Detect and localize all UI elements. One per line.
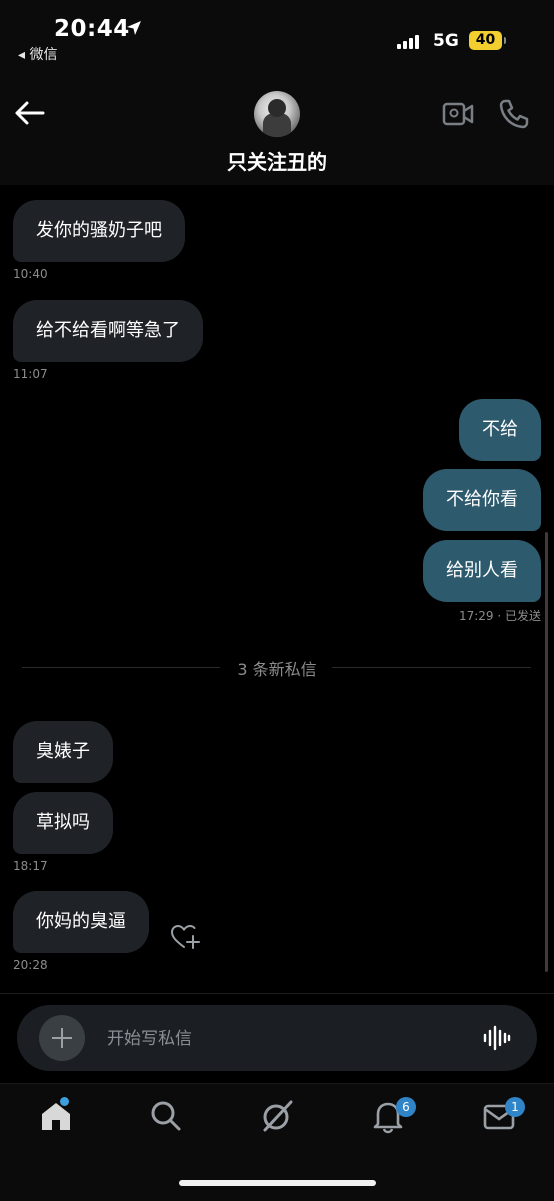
message-input[interactable] bbox=[105, 1019, 459, 1059]
sent-status: 17:29 · 已发送 bbox=[458, 609, 541, 623]
video-call-icon[interactable] bbox=[442, 100, 474, 128]
new-messages-divider: 3 条新私信 bbox=[237, 660, 317, 679]
incoming-message[interactable]: 发你的骚奶子吧 bbox=[13, 200, 185, 262]
message-timestamp: 11:07 bbox=[13, 367, 48, 381]
home-icon[interactable] bbox=[38, 1098, 74, 1134]
message-composer bbox=[17, 1005, 537, 1071]
scrollbar[interactable] bbox=[545, 532, 548, 972]
divider-line-right bbox=[332, 667, 531, 668]
incoming-message[interactable]: 你妈的臭逼 bbox=[13, 891, 149, 953]
search-icon[interactable] bbox=[148, 1098, 184, 1134]
notifications-badge: 6 bbox=[396, 1097, 416, 1117]
message-timestamp: 10:40 bbox=[13, 267, 48, 281]
add-reaction-heart-icon[interactable] bbox=[170, 923, 200, 951]
battery-icon: 40 bbox=[469, 31, 502, 50]
message-timestamp: 18:17 bbox=[13, 859, 48, 873]
messages-badge: 1 bbox=[505, 1097, 525, 1117]
location-arrow-icon bbox=[127, 21, 141, 35]
home-unread-dot bbox=[60, 1097, 69, 1106]
network-type: 5G bbox=[433, 31, 459, 51]
add-attachment-button[interactable] bbox=[39, 1015, 85, 1061]
arrow-left-icon[interactable] bbox=[14, 100, 46, 126]
message-timestamp: 20:28 bbox=[13, 958, 48, 972]
chat-header: 只关注丑的 bbox=[0, 70, 554, 185]
composer-separator bbox=[0, 993, 554, 994]
phone-icon[interactable] bbox=[498, 98, 530, 130]
back-to-app-link[interactable]: ◂ 微信 bbox=[18, 44, 57, 64]
voice-message-icon[interactable] bbox=[483, 1025, 511, 1051]
status-bar: 20:44 ◂ 微信 5G 40 bbox=[0, 0, 554, 70]
status-time: 20:44 bbox=[54, 16, 130, 42]
outgoing-message[interactable]: 不给 bbox=[459, 399, 541, 461]
contact-avatar[interactable] bbox=[254, 91, 300, 137]
incoming-message[interactable]: 给不给看啊等急了 bbox=[13, 300, 203, 362]
outgoing-message[interactable]: 不给你看 bbox=[423, 469, 541, 531]
grok-icon[interactable] bbox=[259, 1098, 295, 1134]
battery-tip bbox=[504, 37, 506, 44]
contact-name[interactable]: 只关注丑的 bbox=[0, 146, 554, 175]
incoming-message[interactable]: 草拟吗 bbox=[13, 792, 113, 854]
home-indicator[interactable] bbox=[179, 1180, 376, 1186]
cellular-signal-icon bbox=[397, 35, 423, 49]
incoming-message[interactable]: 臭婊子 bbox=[13, 721, 113, 783]
outgoing-message[interactable]: 给别人看 bbox=[423, 540, 541, 602]
